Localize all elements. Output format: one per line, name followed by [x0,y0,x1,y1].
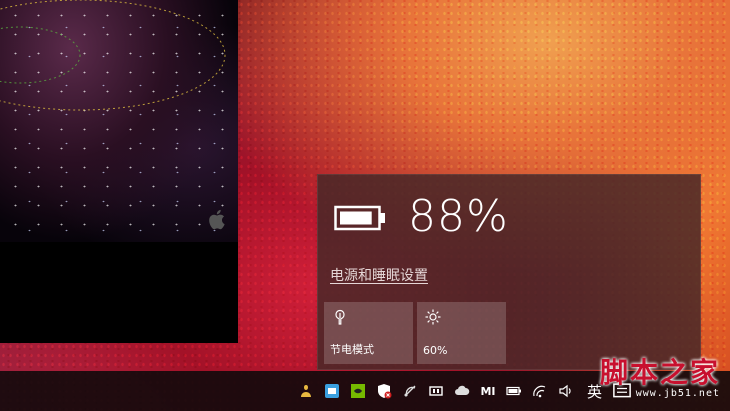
mi-label: MI [480,384,496,398]
battery-saver-label: 节电模式 [330,343,374,356]
space-image [0,0,238,242]
battery-flyout: 88% 电源和睡眠设置 节电模式 60% [317,174,701,370]
apple-logo-icon [209,209,225,230]
person-icon[interactable] [295,380,317,402]
site-watermark: 脚本之家 www.jb51.net [599,356,720,400]
window-icon[interactable] [425,380,447,402]
brightness-tile[interactable]: 60% [417,302,506,364]
background-window[interactable] [0,0,238,343]
brightness-icon [425,309,441,325]
brightness-label: 60% [423,344,448,357]
security-icon[interactable] [373,380,395,402]
mi-icon[interactable]: MI [477,380,499,402]
volume-icon[interactable] [555,380,577,402]
watermark-url: www.jb51.net [635,388,720,399]
battery-saver-tile[interactable]: 节电模式 [324,302,413,364]
network-warning-icon[interactable] [399,380,421,402]
battery-percentage: 88% [408,191,509,242]
power-sleep-settings-link[interactable]: 电源和睡眠设置 [330,265,428,285]
battery-level-icon [334,205,385,231]
battery-saver-icon [335,309,345,325]
battery-icon[interactable] [503,380,525,402]
watermark-title: 脚本之家 [599,356,720,389]
wifi-icon[interactable] [529,380,551,402]
nvidia-icon[interactable] [347,380,369,402]
cloud-icon[interactable] [451,380,473,402]
system-tray: MI 英 [295,371,632,411]
orbit-lines [0,0,226,111]
app-icon[interactable] [321,380,343,402]
